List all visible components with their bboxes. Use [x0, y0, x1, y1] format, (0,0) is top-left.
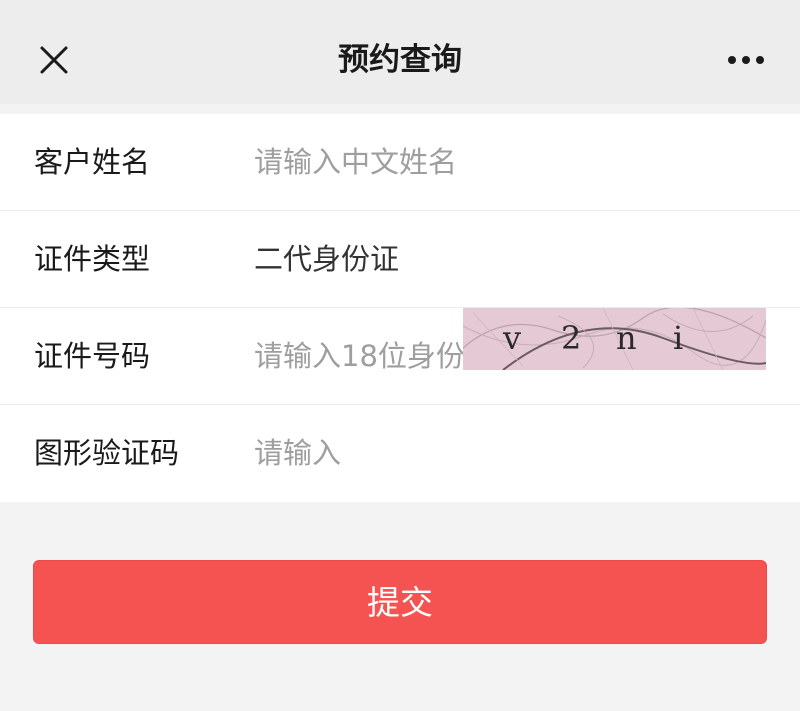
submit-button[interactable]: 提交 — [33, 560, 767, 644]
row-captcha: 图形验证码 请输入 — [0, 405, 800, 502]
captcha-char: n — [616, 319, 637, 357]
row-customer-name: 客户姓名 请输入中文姓名 — [0, 114, 800, 211]
captcha-label: 图形验证码 — [34, 436, 180, 470]
id-type-label: 证件类型 — [34, 242, 151, 276]
id-number-label: 证件号码 — [34, 339, 151, 373]
captcha-image[interactable]: v 2 n i — [463, 308, 766, 370]
captcha-input[interactable]: 请输入 — [254, 405, 341, 502]
customer-name-input[interactable]: 请输入中文姓名 — [254, 114, 457, 211]
captcha-char: v — [503, 319, 522, 357]
navigation-bar: 预约查询 — [0, 0, 800, 104]
page-title: 预约查询 — [338, 42, 462, 78]
customer-name-label: 客户姓名 — [34, 145, 151, 179]
id-type-select[interactable]: 二代身份证 — [254, 211, 399, 308]
captcha-char: 2 — [561, 319, 582, 357]
row-id-type: 证件类型 二代身份证 — [0, 211, 800, 308]
captcha-char: i — [673, 319, 684, 357]
id-number-input[interactable]: 请输入18位身份证 — [254, 308, 494, 405]
more-dots-icon[interactable] — [722, 48, 772, 72]
captcha-characters: v 2 n i — [463, 308, 766, 370]
